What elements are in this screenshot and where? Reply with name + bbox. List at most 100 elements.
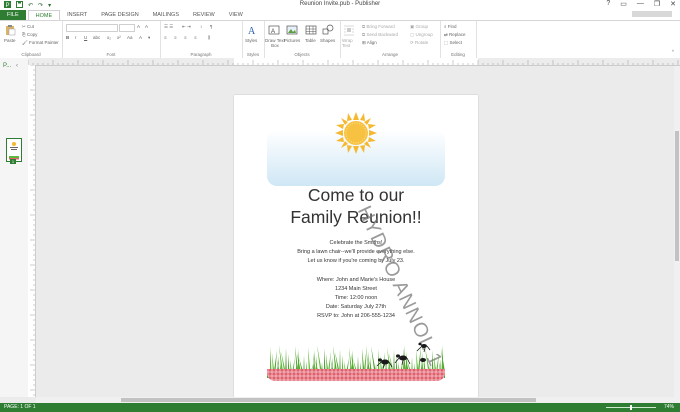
editing-group: ⌕ Find ⇄ Replace ⬚ Select Editing	[440, 21, 477, 58]
pictures-button[interactable]: Pictures	[284, 38, 300, 43]
styles-group: A Styles Styles	[242, 21, 265, 58]
styles-icon[interactable]: A	[247, 24, 259, 36]
font-group-label: Font	[106, 52, 116, 57]
draw-text-box-button[interactable]: Draw Text Box	[265, 38, 285, 48]
font-color-icon[interactable]: A	[139, 35, 142, 40]
replace-label: Replace	[449, 32, 466, 37]
line-spacing-icon[interactable]: ↕	[200, 24, 202, 29]
horizontal-scroll-thumb[interactable]	[121, 398, 536, 402]
ungroup-button[interactable]: ▢ Ungroup	[410, 32, 433, 38]
publication-page[interactable]: Come to our Family Reunion!! Celebrate t…	[234, 95, 478, 397]
styles-group-label: Styles	[246, 52, 260, 57]
help-icon[interactable]: ?	[606, 0, 610, 8]
window-title: Reunion Invite.pub - Publisher	[299, 1, 381, 7]
align-right-icon[interactable]: ≡	[184, 35, 187, 40]
document-canvas[interactable]: Come to our Family Reunion!! Celebrate t…	[36, 66, 674, 397]
columns-icon[interactable]: ⫼	[208, 35, 210, 40]
styles-button[interactable]: Styles	[245, 38, 257, 43]
select-label: Select	[449, 40, 463, 45]
page-count-indicator[interactable]: PAGE: 1 OF 1	[4, 404, 36, 410]
tab-file[interactable]: FILE	[0, 10, 26, 20]
font-size-box[interactable]	[119, 24, 135, 32]
detail-line: Time: 12:00 noon	[334, 295, 378, 301]
bring-forward-label: Bring Forward	[366, 24, 395, 29]
bullets-icon[interactable]: ☰ ☰	[164, 24, 173, 30]
zoom-level[interactable]: 74%	[664, 404, 674, 410]
strikethrough-icon[interactable]: abc	[93, 35, 100, 40]
wrap-text-button[interactable]: Wrap Text	[342, 38, 356, 48]
grow-font-icon[interactable]: A	[137, 24, 140, 29]
shapes-button[interactable]: Shapes	[320, 38, 335, 43]
copy-button[interactable]: ⎘ Copy	[22, 32, 37, 37]
change-case-icon[interactable]: Aa	[127, 35, 133, 40]
table-button[interactable]: Table	[305, 38, 316, 43]
copy-label: Copy	[26, 32, 38, 37]
editing-group-label: Editing	[451, 52, 465, 57]
group-label: Group	[415, 24, 429, 29]
align-button[interactable]: ⊞ Align	[362, 40, 377, 46]
superscript-icon[interactable]: x²	[117, 35, 121, 40]
tab-page-design[interactable]: PAGE DESIGN	[94, 10, 146, 20]
close-icon[interactable]: ✕	[670, 0, 676, 8]
tab-home[interactable]: HOME	[27, 9, 61, 21]
text-box-icon[interactable]: A	[268, 24, 280, 36]
justify-icon[interactable]: ≡	[194, 35, 197, 40]
vertical-scroll-thumb[interactable]	[675, 131, 679, 261]
indent-icon[interactable]: ⇤ ⇥	[182, 24, 191, 30]
font-name-box[interactable]	[66, 24, 118, 32]
restore-icon[interactable]: ❐	[654, 0, 660, 8]
collapse-pane-icon[interactable]: ‹	[16, 63, 18, 69]
brush-icon: 🖌	[22, 40, 29, 45]
align-left-icon[interactable]: ≡	[164, 35, 167, 40]
rotate-button[interactable]: ⟳ Rotate	[410, 40, 428, 46]
pictures-icon[interactable]	[286, 24, 298, 36]
vertical-scrollbar[interactable]	[674, 66, 680, 397]
user-account[interactable]	[632, 11, 672, 17]
wrap-text-icon[interactable]	[343, 24, 355, 36]
bold-icon[interactable]: B	[66, 35, 69, 40]
arrange-group: Wrap Text ⧉ Bring Forward ⧉ Send Backwar…	[340, 21, 441, 58]
paragraph-group-label: Paragraph	[190, 52, 212, 57]
format-painter-button[interactable]: 🖌 Format Painter	[22, 40, 59, 46]
clear-formatting-icon[interactable]: ▾	[148, 35, 150, 41]
collapse-ribbon-icon[interactable]: ^	[672, 49, 674, 54]
shapes-icon[interactable]	[322, 24, 334, 36]
paste-button[interactable]: Paste	[4, 38, 16, 43]
italic-icon[interactable]: I	[75, 35, 76, 40]
sun-graphic[interactable]	[334, 111, 378, 155]
subscript-icon[interactable]: x₂	[107, 35, 111, 40]
tab-mailings[interactable]: MAILINGS	[146, 10, 186, 20]
tab-review[interactable]: REVIEW	[186, 10, 222, 20]
table-icon[interactable]	[305, 24, 317, 36]
horizontal-ruler[interactable]	[27, 58, 680, 66]
send-backward-button[interactable]: ⧉ Send Backward	[362, 32, 398, 37]
paragraph-mark-icon[interactable]: ¶	[210, 24, 212, 29]
replace-button[interactable]: ⇄ Replace	[444, 32, 466, 38]
body-line: Bring a lawn chair--we'll provide everyt…	[297, 249, 415, 255]
find-button[interactable]: ⌕ Find	[444, 24, 457, 29]
body-text-box[interactable]: Celebrate the Smiths! Bring a lawn chair…	[234, 239, 478, 321]
send-backward-label: Send Backward	[366, 32, 398, 37]
vertical-ruler-ticks	[30, 64, 35, 396]
minimize-icon[interactable]: —	[637, 0, 644, 8]
select-button[interactable]: ⬚ Select	[444, 40, 462, 46]
tab-insert[interactable]: INSERT	[60, 10, 94, 20]
group-button[interactable]: ▣ Group	[410, 24, 428, 30]
bring-forward-button[interactable]: ⧉ Bring Forward	[362, 24, 395, 29]
body-line: Celebrate the Smiths!	[329, 240, 383, 246]
zoom-slider-knob[interactable]	[630, 405, 632, 410]
detail-line: RSVP to: John at 206-555-1234	[317, 313, 395, 319]
paste-icon[interactable]	[4, 24, 16, 36]
align-center-icon[interactable]: ≡	[174, 35, 177, 40]
pages-pane-label: P...	[3, 63, 12, 69]
status-bar: PAGE: 1 OF 1 74%	[0, 403, 680, 412]
vertical-ruler[interactable]	[28, 64, 36, 397]
cut-button[interactable]: ✂ Cut	[22, 24, 34, 30]
ribbon-display-icon[interactable]: ▭	[620, 0, 627, 8]
body-line: Let us know if you're coming by July 23.	[307, 258, 405, 264]
underline-icon[interactable]: U	[84, 35, 87, 40]
tab-view[interactable]: VIEW	[222, 10, 250, 20]
objects-group-label: Objects	[294, 52, 310, 57]
find-label: Find	[447, 24, 457, 29]
shrink-font-icon[interactable]: A	[145, 24, 148, 29]
